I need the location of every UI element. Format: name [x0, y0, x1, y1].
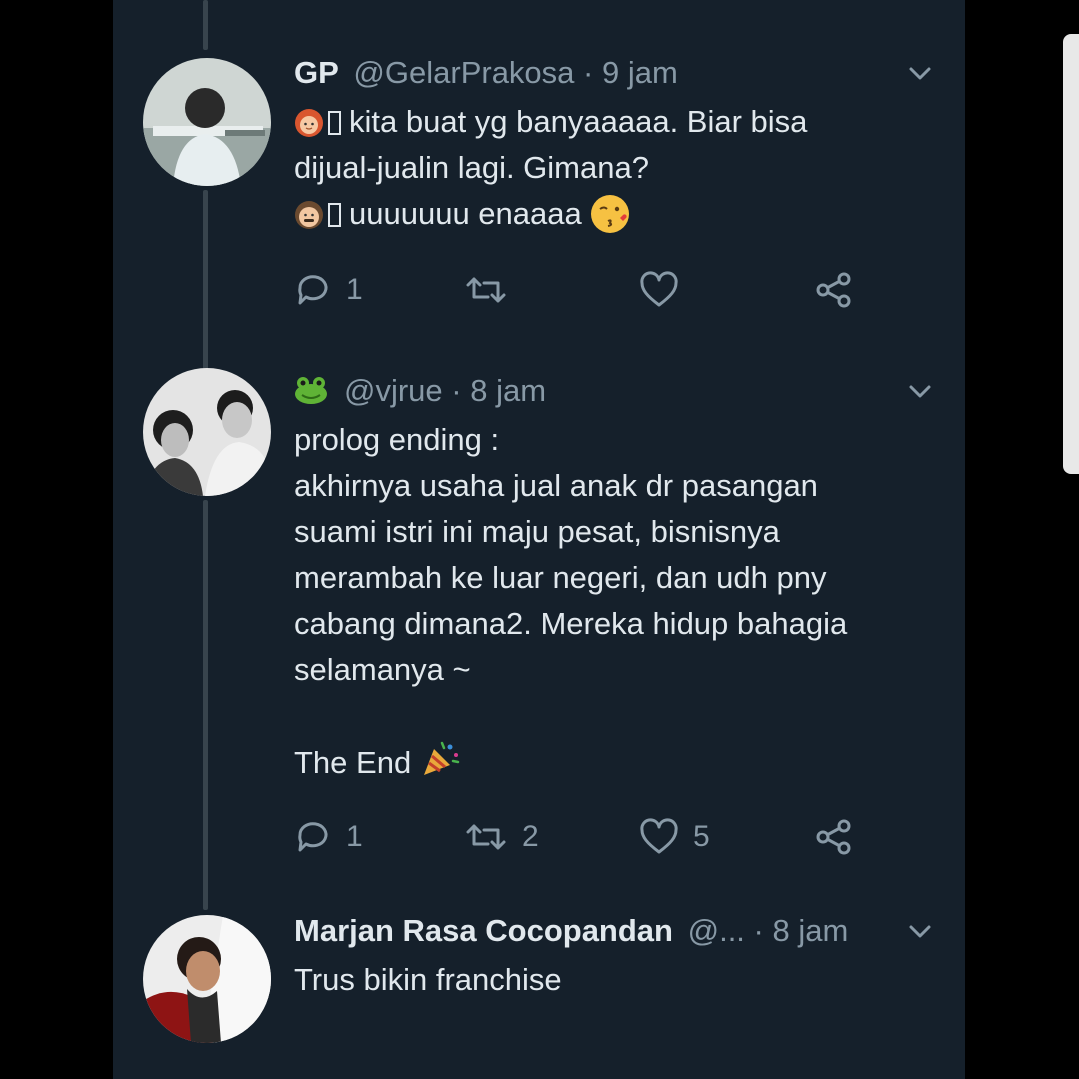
user-handle[interactable]: @vjrue: [344, 373, 443, 408]
text-line: kita buat yg banyaaaaa. Biar bisa: [294, 99, 934, 145]
display-name[interactable]: GP: [294, 55, 339, 90]
tweet-text: Trus bikin franchise: [294, 957, 934, 1003]
retweet-count: 2: [522, 820, 539, 853]
party-popper-emoji-icon: [423, 741, 460, 775]
woman-emoji-icon: [295, 109, 323, 137]
heart-icon: [640, 818, 678, 854]
avatar-photo: [143, 58, 271, 186]
retweet-icon: [466, 824, 506, 850]
share-icon: [816, 272, 851, 308]
avatar[interactable]: [143, 368, 271, 496]
text-line: dijual-jualin lagi. Gimana?: [294, 150, 649, 185]
tweet-text: kita buat yg banyaaaaa. Biar bisa dijual…: [294, 99, 934, 237]
avatar[interactable]: [143, 58, 271, 186]
tweet-actions: 1 2 5: [294, 815, 894, 859]
text-line: uuuuuuu enaaaa: [294, 191, 934, 237]
reply-count: 1: [346, 820, 363, 853]
text-line: suami istri ini maju pesat, bisnisnya: [294, 514, 780, 549]
retweet-button[interactable]: [464, 268, 522, 312]
retweet-icon: [466, 277, 506, 303]
kissing-face-emoji-icon: [591, 195, 630, 233]
share-button[interactable]: [814, 815, 868, 859]
tweet-header: GP @GelarPrakosa · 9 jam: [294, 53, 934, 93]
thread-line: [203, 0, 208, 50]
tweet-text: prolog ending : akhirnya usaha jual anak…: [294, 417, 934, 786]
timestamp[interactable]: 8 jam: [470, 373, 546, 408]
retweet-button[interactable]: 2: [464, 815, 539, 859]
text-line: akhirnya usaha jual anak dr pasangan: [294, 468, 818, 503]
missing-glyph-icon: [328, 111, 341, 135]
frog-emoji-icon: [295, 377, 327, 404]
display-name[interactable]: Marjan Rasa Cocopandan: [294, 913, 673, 948]
thread-line: [203, 190, 208, 370]
chevron-down-icon[interactable]: [906, 917, 934, 945]
tweet-actions: 1: [294, 268, 894, 312]
like-button[interactable]: [639, 268, 693, 312]
tweet-content: @vjrue · 8 jam prolog ending : akhirnya …: [294, 371, 934, 786]
timestamp[interactable]: 8 jam: [773, 913, 849, 948]
text-line: merambah ke luar negeri, dan udh pny: [294, 560, 827, 595]
tweet-header: @vjrue · 8 jam: [294, 371, 934, 411]
text-line: cabang dimana2. Mereka hidup bahagia: [294, 606, 848, 641]
reply-button[interactable]: 1: [294, 815, 363, 859]
tweet-content: GP @GelarPrakosa · 9 jam kita buat yg ba…: [294, 53, 934, 237]
reply-button[interactable]: 1: [294, 268, 363, 312]
text-span: uuuuuuu enaaaa: [349, 196, 582, 231]
text-line: selamanya ~: [294, 652, 471, 687]
text-line: Trus bikin franchise: [294, 962, 562, 997]
chevron-down-icon[interactable]: [906, 377, 934, 405]
text-span: The End: [294, 745, 412, 780]
avatar[interactable]: [143, 915, 271, 1043]
missing-glyph-icon: [328, 203, 341, 227]
twitter-timeline[interactable]: GP @GelarPrakosa · 9 jam kita buat yg ba…: [113, 0, 965, 1079]
screenshot: GP @GelarPrakosa · 9 jam kita buat yg ba…: [0, 0, 1079, 1079]
heart-icon: [640, 271, 678, 307]
avatar-photo: [143, 915, 271, 1043]
tweet-content: Marjan Rasa Cocopandan @... · 8 jam Trus…: [294, 911, 934, 1003]
text-span: kita buat yg banyaaaaa. Biar bisa: [349, 104, 808, 139]
reply-count: 1: [346, 273, 363, 306]
scrollbar[interactable]: [1063, 34, 1079, 474]
share-button[interactable]: [814, 268, 868, 312]
user-handle[interactable]: @...: [688, 913, 745, 948]
timestamp[interactable]: 9 jam: [602, 55, 678, 90]
text-line: The End: [294, 739, 934, 786]
thread-line: [203, 500, 208, 910]
tweet-header: Marjan Rasa Cocopandan @... · 8 jam: [294, 911, 934, 951]
like-button[interactable]: 5: [639, 815, 710, 859]
separator: ·: [753, 913, 764, 948]
reply-icon: [298, 822, 328, 852]
like-count: 5: [693, 820, 710, 853]
separator: ·: [451, 373, 462, 408]
reply-icon: [298, 275, 328, 305]
avatar-photo: [143, 368, 271, 496]
user-handle[interactable]: @GelarPrakosa: [353, 55, 574, 90]
chevron-down-icon[interactable]: [906, 59, 934, 87]
separator: ·: [583, 55, 594, 90]
text-line: prolog ending :: [294, 422, 500, 457]
share-icon: [816, 819, 851, 855]
man-emoji-icon: [295, 201, 323, 229]
